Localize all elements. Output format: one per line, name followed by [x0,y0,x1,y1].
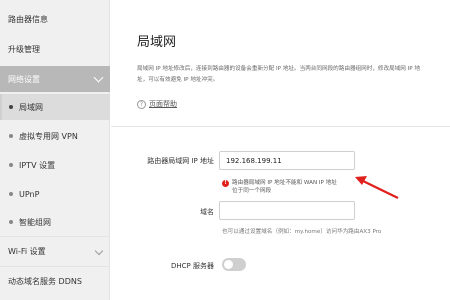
sidebar-item-label: 网络设置 [8,74,40,84]
sidebar-item-label: 动态域名服务 DDNS [8,277,82,286]
sidebar-item-label: Wi-Fi 设置 [8,247,46,256]
bullet-icon [9,220,13,224]
bullet-icon [9,105,13,109]
app-root: 路由器信息 升级管理 网络设置 局域网 虚拟专用网 VPN IPTV 设置 UP… [0,0,450,300]
chevron-down-icon [94,246,104,255]
sidebar-item-label: 路由器信息 [8,14,48,24]
sidebar-item-lan[interactable]: 局域网 [0,94,110,120]
sidebar: 路由器信息 升级管理 网络设置 局域网 虚拟专用网 VPN IPTV 设置 UP… [0,0,110,300]
bullet-icon [9,192,13,196]
chevron-down-icon [93,72,104,83]
sidebar-item-mesh[interactable]: 智能组网 [0,208,110,236]
sidebar-item-wifi[interactable]: Wi-Fi 设置 [0,236,110,266]
sidebar-item-vpn[interactable]: 虚拟专用网 VPN [0,122,110,150]
sidebar-item-router-info[interactable]: 路由器信息 [0,6,110,32]
sidebar-item-ddns[interactable]: 动态域名服务 DDNS [0,266,110,296]
sidebar-item-network-settings[interactable]: 网络设置 [0,66,110,92]
sidebar-item-label: UPnP [19,189,40,199]
annotation-arrow-icon [355,176,399,199]
sidebar-item-upgrade[interactable]: 升级管理 [0,35,110,63]
sidebar-item-label: 智能组网 [19,217,51,227]
bullet-icon [9,163,13,167]
main-panel: 局域网 局域网 IP 地址修改后，连接到路由器的设备会重新分配 IP 地址。当两… [111,0,450,300]
bullet-icon [9,134,13,138]
sidebar-item-label: 升级管理 [8,44,40,54]
sidebar-item-label: 局域网 [19,102,43,112]
sidebar-item-upnp[interactable]: UPnP [0,180,110,208]
sidebar-item-iptv[interactable]: IPTV 设置 [0,151,110,179]
